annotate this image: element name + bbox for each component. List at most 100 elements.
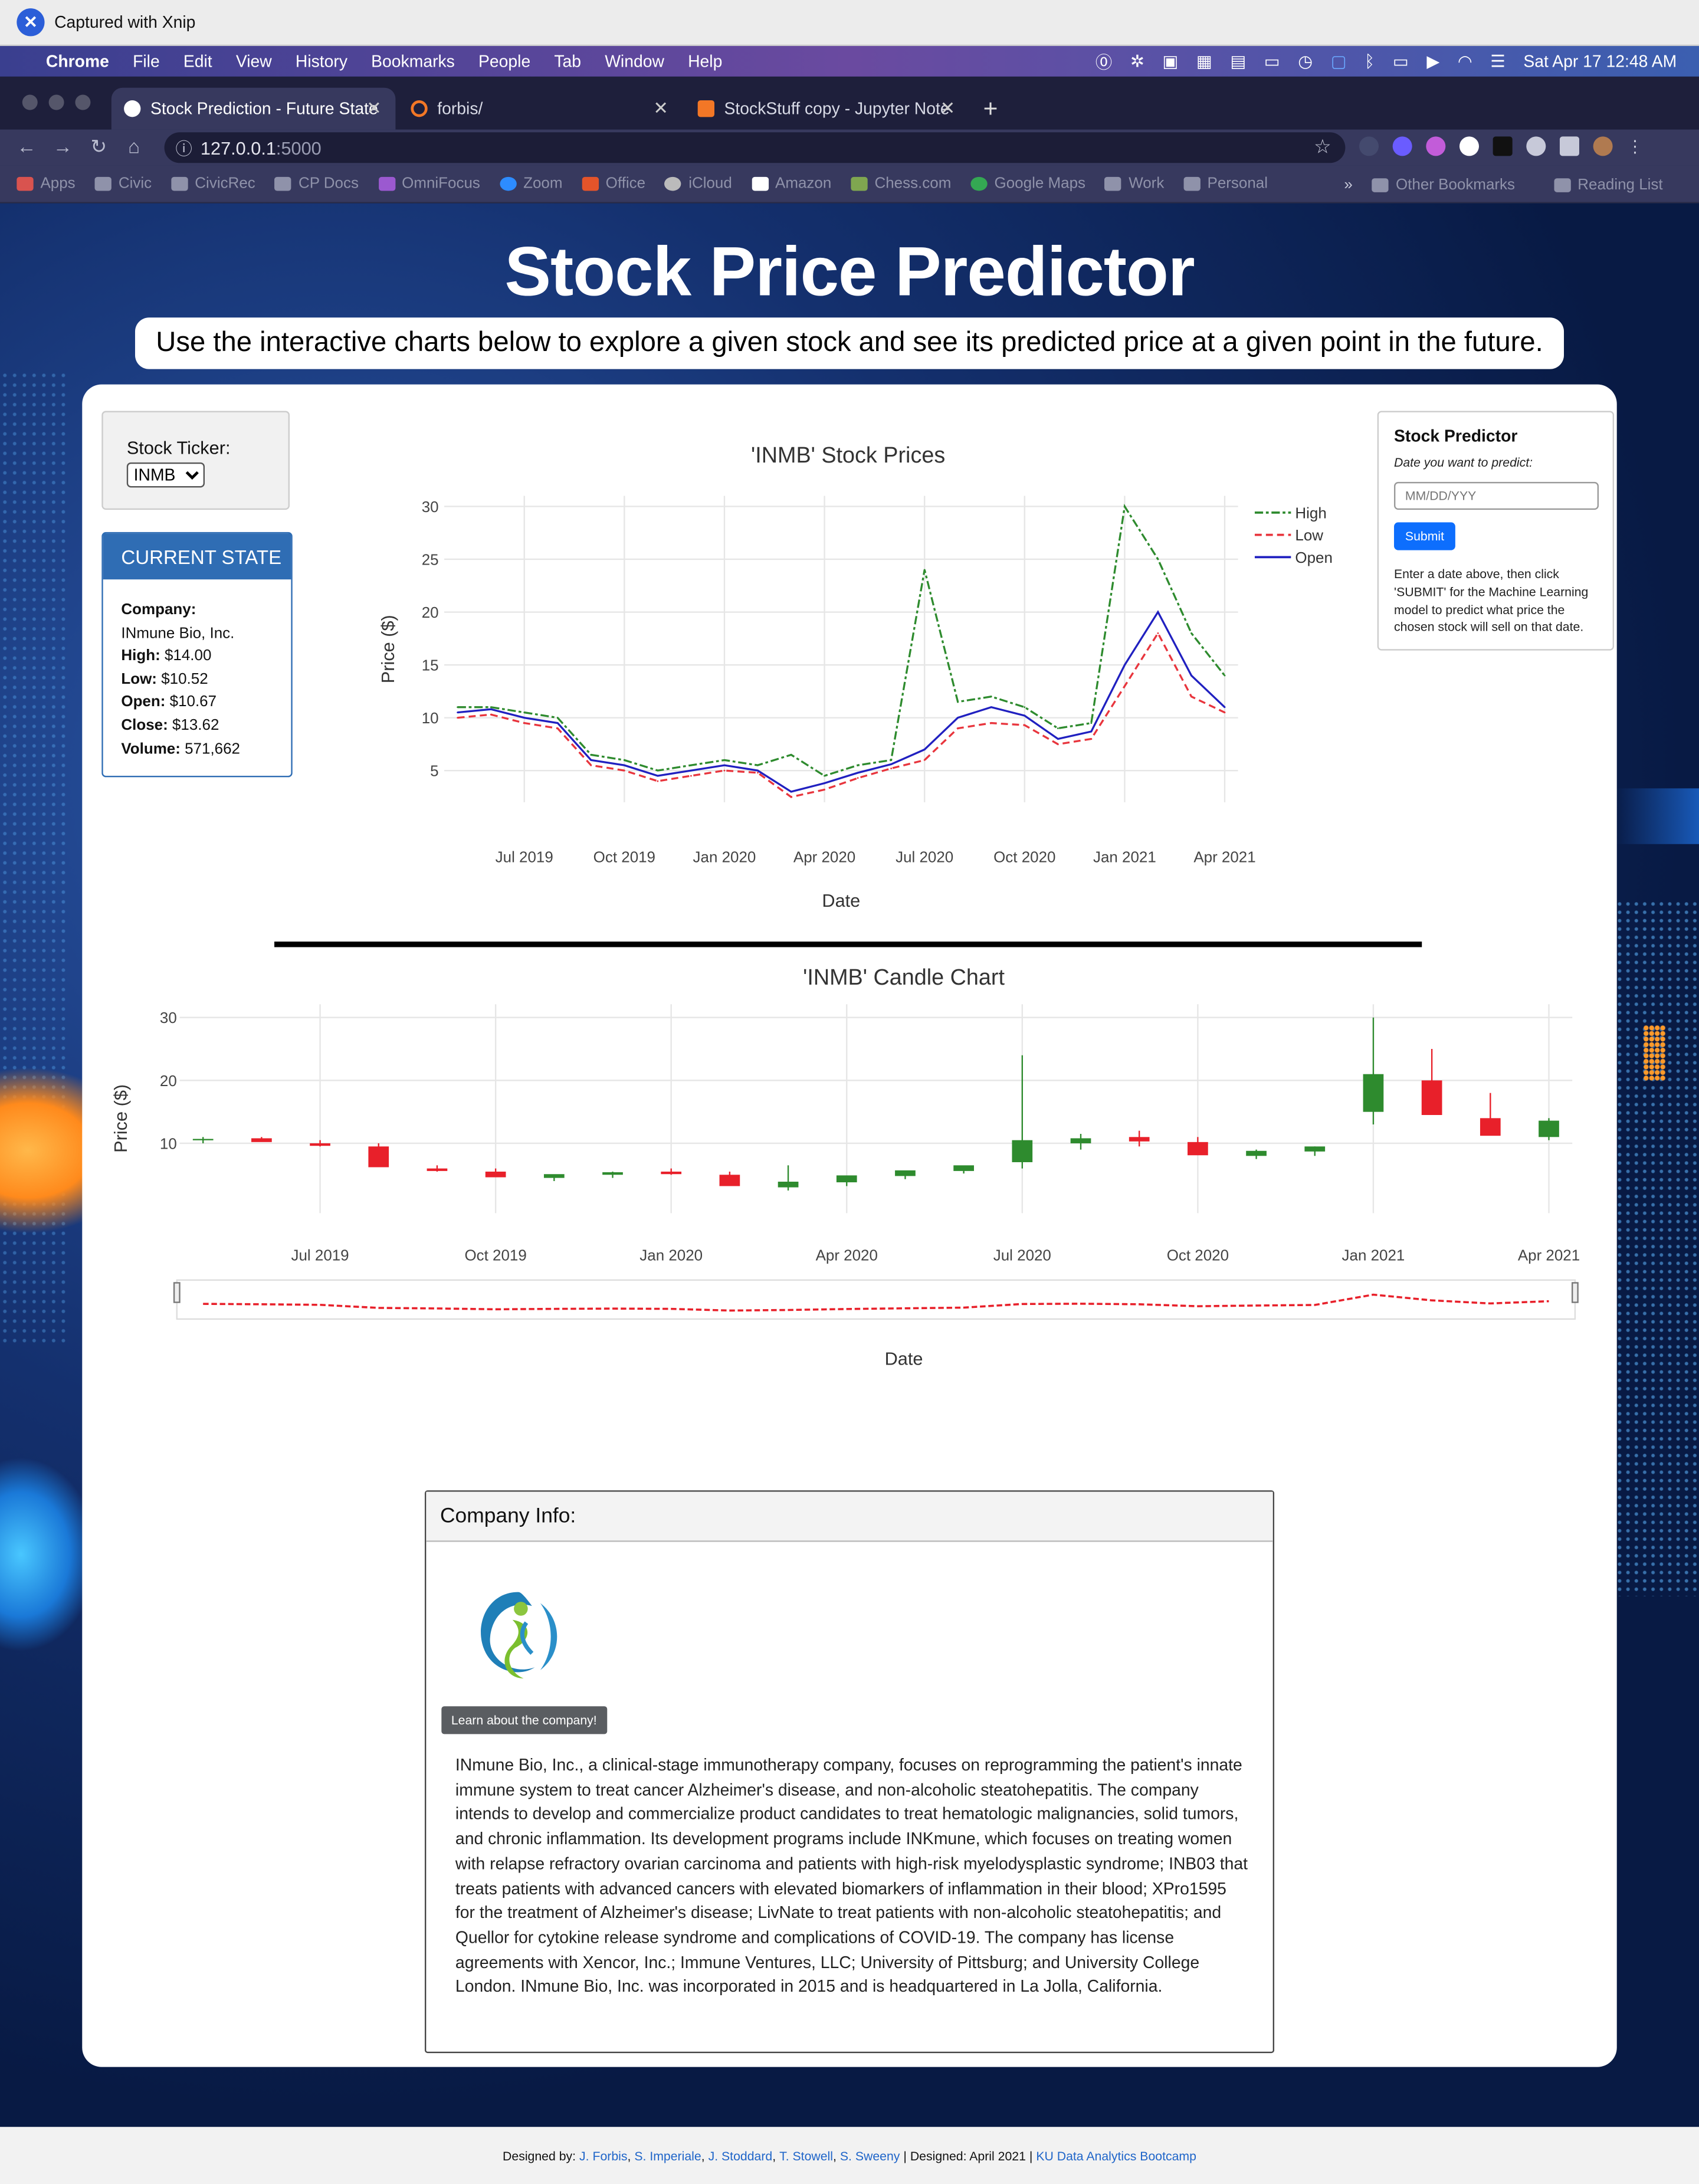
designer-link[interactable]: S. Imperiale xyxy=(634,2149,701,2163)
home-icon[interactable]: ⌂ xyxy=(128,135,140,158)
tab-stockstuff[interactable]: StockStuff copy - Jupyter Note ✕ xyxy=(685,88,969,130)
bookmark-other-bookmarks[interactable]: Other Bookmarks xyxy=(1372,176,1515,193)
zoom-icon xyxy=(499,176,517,191)
designer-link[interactable]: S. Sweeny xyxy=(840,2149,900,2163)
extension-icon[interactable] xyxy=(1493,136,1513,156)
candle-body xyxy=(310,1143,330,1146)
close-icon[interactable]: ✕ xyxy=(653,97,668,120)
x-tick-label: Oct 2020 xyxy=(1167,1247,1229,1264)
menu-tab[interactable]: Tab xyxy=(554,51,581,71)
time-machine-icon[interactable]: ◷ xyxy=(1298,51,1313,71)
designer-link[interactable]: J. Forbis xyxy=(579,2149,627,2163)
stock-prices-line-chart[interactable]: 'INMB' Stock Prices 5 10 15 20 25 30 Jul 2019 Oc… xyxy=(360,412,1363,928)
bookmark-office[interactable]: Office xyxy=(582,175,645,192)
onepassword-icon[interactable]: ⓪ xyxy=(1096,50,1112,73)
window-close-button[interactable] xyxy=(22,94,38,110)
menu-view[interactable]: View xyxy=(236,51,272,71)
close-icon[interactable]: ✕ xyxy=(366,97,382,120)
candle-body xyxy=(1129,1137,1150,1142)
avatar[interactable] xyxy=(1593,136,1613,156)
window-zoom-button[interactable] xyxy=(75,94,91,110)
control-center-icon[interactable]: ☰ xyxy=(1490,51,1505,71)
office-icon xyxy=(582,176,599,191)
tab-forbis[interactable]: forbis/ ✕ xyxy=(398,88,683,130)
forward-icon[interactable]: → xyxy=(53,135,73,158)
bookmark-zoom[interactable]: Zoom xyxy=(499,175,562,192)
bookmark-chess[interactable]: Chess.com xyxy=(851,175,951,192)
candle-body xyxy=(1421,1080,1442,1115)
reading-list-icon[interactable] xyxy=(1559,136,1579,156)
bookmark-work[interactable]: Work xyxy=(1105,175,1164,192)
menubar-clock[interactable]: Sat Apr 17 12:48 AM xyxy=(1523,51,1677,71)
bookmark-civic[interactable]: Civic xyxy=(94,175,152,192)
url-port: :5000 xyxy=(275,137,322,158)
back-icon[interactable]: ← xyxy=(17,135,36,158)
close-icon[interactable]: ✕ xyxy=(940,97,956,120)
ticker-select[interactable]: INMB xyxy=(126,462,205,488)
jupyter-icon xyxy=(411,100,428,117)
menu-file[interactable]: File xyxy=(133,51,160,71)
tab-stock-prediction[interactable]: Stock Prediction - Future State ✕ xyxy=(111,87,396,130)
bookmark-star-icon[interactable]: ☆ xyxy=(1314,135,1331,159)
window-minimize-button[interactable] xyxy=(48,94,64,110)
x-tick-label: Jan 2021 xyxy=(1093,848,1156,865)
extension-icon[interactable] xyxy=(1459,136,1480,156)
designer-link[interactable]: T. Stowell xyxy=(779,2149,833,2163)
bookmark-icloud[interactable]: iCloud xyxy=(665,175,732,192)
open-value: $10.67 xyxy=(169,694,217,711)
card-icon[interactable]: ▤ xyxy=(1230,51,1246,71)
puzzle-icon[interactable] xyxy=(1526,136,1546,156)
predict-date-input[interactable] xyxy=(1394,481,1599,510)
bootcamp-link[interactable]: KU Data Analytics Bootcamp xyxy=(1036,2149,1196,2163)
bookmark-civicrec[interactable]: CivicRec xyxy=(171,175,255,192)
wifi-icon[interactable]: ◠ xyxy=(1458,51,1472,71)
bookmarks-overflow-button[interactable]: » xyxy=(1344,176,1352,193)
reload-icon[interactable]: ↻ xyxy=(90,135,107,159)
menu-bookmarks[interactable]: Bookmarks xyxy=(371,51,455,71)
more-menu-icon[interactable]: ⋮ xyxy=(1626,136,1646,156)
learn-about-company-button[interactable]: Learn about the company! xyxy=(441,1706,607,1734)
submit-button[interactable]: Submit xyxy=(1394,522,1455,550)
page-footer: Designed by: J. Forbis, S. Imperiale, J.… xyxy=(0,2127,1699,2184)
extension-icon[interactable] xyxy=(1359,136,1379,156)
candle-body xyxy=(895,1170,916,1176)
main-card: Stock Ticker: INMB CURRENT STATE Company… xyxy=(82,384,1617,2067)
menu-people[interactable]: People xyxy=(478,51,530,71)
new-tab-button[interactable]: + xyxy=(972,88,998,130)
layout-icon[interactable]: ▦ xyxy=(1196,51,1212,71)
bookmark-personal[interactable]: Personal xyxy=(1183,175,1268,192)
xnip-status-icon[interactable]: ✲ xyxy=(1130,51,1144,71)
menu-history[interactable]: History xyxy=(296,51,347,71)
candle-body xyxy=(251,1138,272,1142)
menu-help[interactable]: Help xyxy=(688,51,722,71)
x-tick-label: Apr 2021 xyxy=(1518,1247,1580,1264)
bluetooth-icon[interactable]: ᛒ xyxy=(1365,51,1375,71)
bookmark-reading-list[interactable]: Reading List xyxy=(1554,176,1663,193)
extension-icon[interactable] xyxy=(1426,136,1446,156)
battery-icon[interactable]: ▭ xyxy=(1393,51,1409,71)
candle-chart[interactable]: 'INMB' Candle Chart 10 20 30 Jul 2019 Oct 201… xyxy=(110,962,1586,1478)
high-label: High: xyxy=(121,648,160,665)
bookmark-apps[interactable]: Apps xyxy=(17,175,76,192)
menu-window[interactable]: Window xyxy=(605,51,664,71)
web-page: Stock Price Predictor Use the interactiv… xyxy=(0,203,1699,2127)
menu-chrome[interactable]: Chrome xyxy=(46,51,109,71)
background-decoration xyxy=(1643,1025,1666,1081)
info-icon[interactable]: ⓘ xyxy=(175,136,192,160)
series-line-low xyxy=(457,631,1225,798)
screen-icon[interactable]: ▭ xyxy=(1264,51,1280,71)
extension-icon[interactable] xyxy=(1392,136,1412,156)
calendar-icon[interactable]: ▣ xyxy=(1162,51,1178,71)
play-icon[interactable]: ▶ xyxy=(1426,51,1439,71)
high-row: High: $14.00 xyxy=(121,645,273,668)
address-bar[interactable]: ⓘ 127.0.0.1:5000 ☆ xyxy=(164,132,1346,163)
bookmark-google-maps[interactable]: Google Maps xyxy=(970,175,1085,192)
bookmark-cp-docs[interactable]: CP Docs xyxy=(274,175,359,192)
bookmark-amazon[interactable]: Amazon xyxy=(751,175,831,192)
menu-edit[interactable]: Edit xyxy=(183,51,212,71)
legend-label: Open xyxy=(1295,549,1332,566)
designer-link[interactable]: J. Stoddard xyxy=(709,2149,773,2163)
bookmark-omnifocus[interactable]: OmniFocus xyxy=(378,175,480,192)
url-host: 127.0.0.1 xyxy=(200,137,276,158)
display-icon[interactable]: ▢ xyxy=(1331,51,1347,71)
